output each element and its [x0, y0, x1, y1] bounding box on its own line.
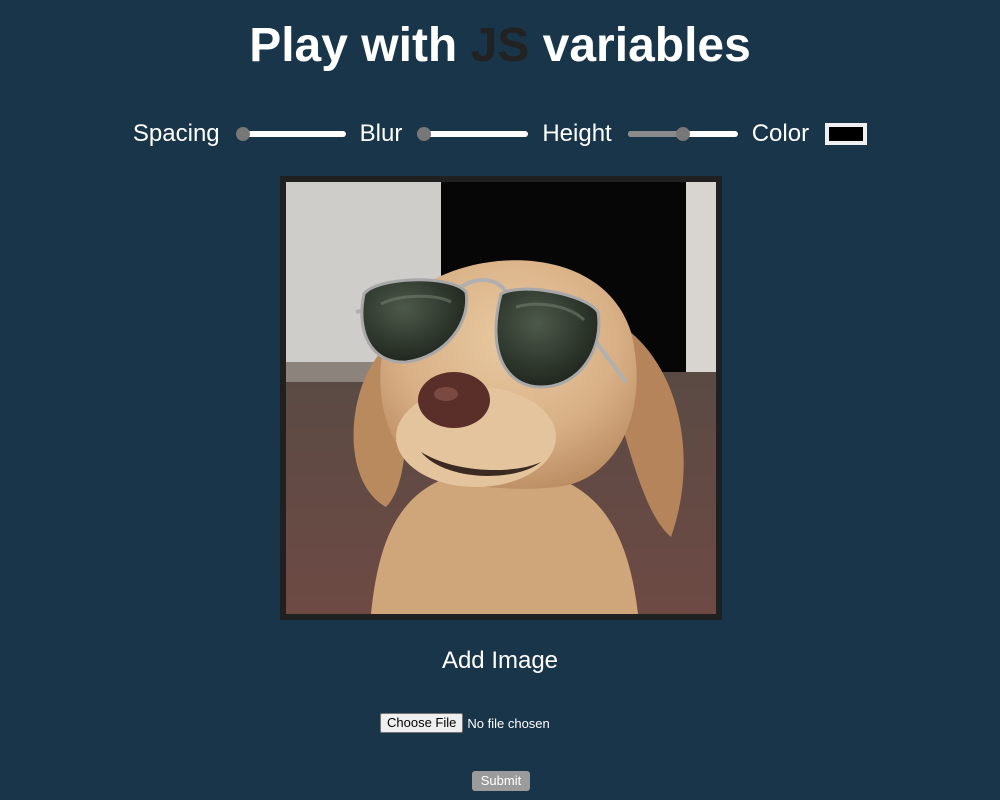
slider-thumb[interactable] — [675, 127, 690, 141]
page: Play with JS variables Spacing Blur Heig… — [0, 0, 1000, 800]
slider-track — [235, 131, 346, 137]
page-title: Play with JS variables — [0, 16, 1000, 76]
controls-bar: Spacing Blur Height Color — [0, 116, 1000, 152]
file-input: Choose File No file chosen — [380, 713, 550, 733]
title-text-end: variables — [542, 19, 751, 72]
color-picker[interactable] — [825, 123, 868, 145]
blur-slider[interactable] — [416, 124, 529, 144]
submit-button[interactable]: Submit — [472, 771, 530, 791]
height-slider[interactable] — [627, 124, 738, 144]
spacing-label: Spacing — [132, 120, 220, 147]
slider-thumb[interactable] — [236, 127, 251, 141]
height-label: Height — [542, 120, 612, 147]
spacing-slider[interactable] — [235, 124, 346, 144]
file-status-text: No file chosen — [467, 715, 550, 731]
add-image-heading: Add Image — [441, 647, 559, 674]
image-frame — [280, 176, 722, 620]
choose-file-button[interactable]: Choose File — [380, 713, 464, 733]
slider-thumb[interactable] — [416, 127, 431, 141]
slider-fill — [627, 131, 683, 137]
title-highlight-js: JS — [470, 19, 530, 72]
dog-image — [286, 182, 716, 614]
slider-track — [418, 131, 529, 137]
color-label: Color — [751, 120, 810, 147]
blur-label: Blur — [359, 120, 403, 147]
title-text-start: Play with — [249, 19, 458, 72]
